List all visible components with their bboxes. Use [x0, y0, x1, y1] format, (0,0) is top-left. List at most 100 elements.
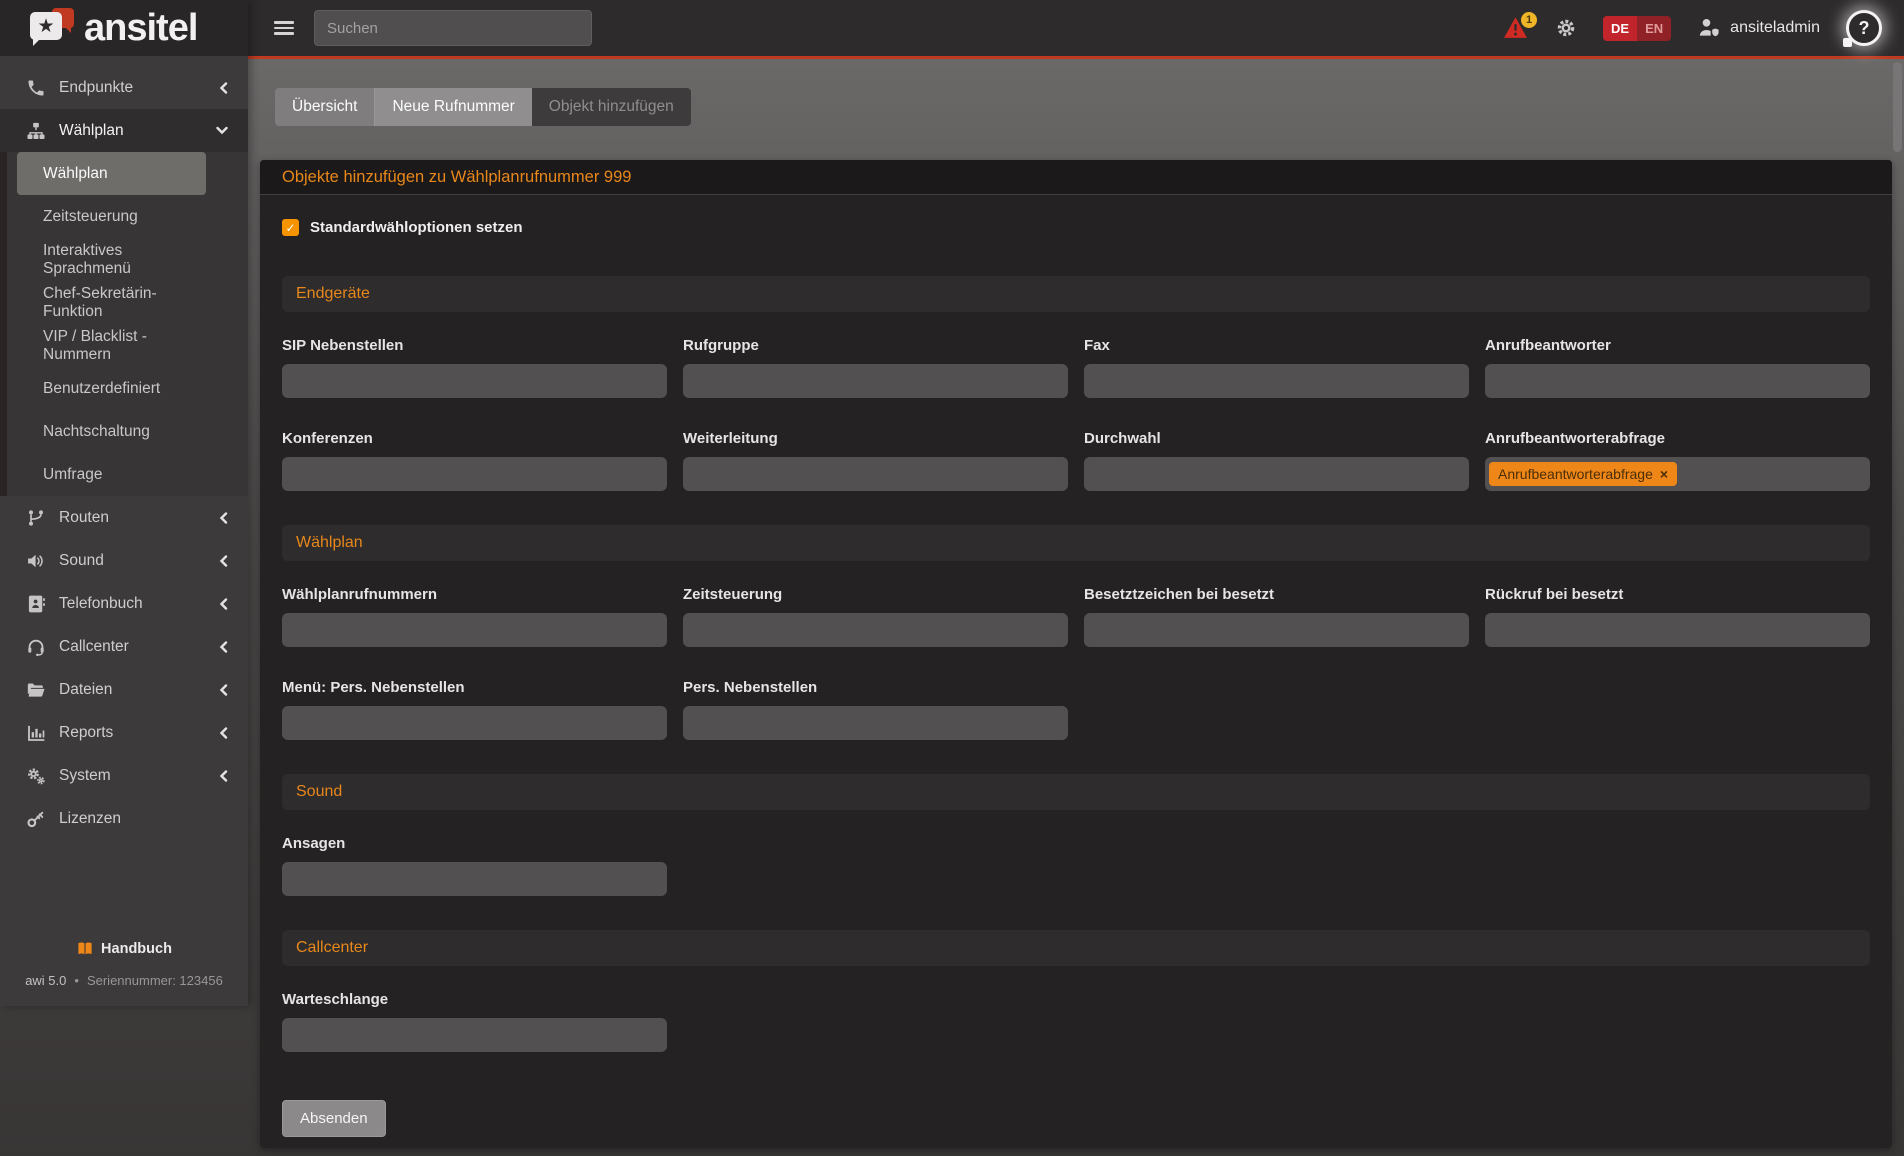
help-button[interactable]: ?: [1846, 10, 1882, 46]
durchwahl-input[interactable]: [1084, 457, 1469, 491]
sidebar-item-label: Telefonbuch: [59, 595, 143, 613]
chevron-left-icon: [219, 727, 228, 739]
sidebar-item-lizenzen[interactable]: Lizenzen: [0, 797, 248, 840]
star-icon: ★: [37, 17, 54, 36]
field-label: Rückruf bei besetzt: [1485, 586, 1870, 603]
panel-header: Objekte hinzufügen zu Wählplanrufnummer …: [260, 160, 1892, 195]
submenu-item-interaktives-sprachmenu[interactable]: Interaktives Sprachmenü: [17, 238, 206, 281]
hamburger-menu-icon[interactable]: [274, 21, 294, 35]
sidebar-item-sound[interactable]: Sound: [0, 539, 248, 582]
field-pers-nebenstellen: Pers. Nebenstellen: [683, 679, 1068, 740]
pers-nebenstellen-input[interactable]: [683, 706, 1068, 740]
field-label: Konferenzen: [282, 430, 667, 447]
submenu-item-label: Chef-Sekretärin-Funktion: [43, 285, 206, 321]
rufgruppe-input[interactable]: [683, 364, 1068, 398]
lang-en-button[interactable]: EN: [1637, 16, 1671, 41]
zeitsteuerung-input[interactable]: [683, 613, 1068, 647]
tag-remove-icon[interactable]: ×: [1660, 466, 1668, 482]
section-header-sound: Sound: [282, 774, 1870, 810]
field-rueckruf: Rückruf bei besetzt: [1485, 586, 1870, 647]
sidebar-submenu-waehlplan: Wählplan Zeitsteuerung Interaktives Spra…: [0, 152, 248, 496]
submenu-item-label: Nachtschaltung: [43, 423, 150, 441]
submenu-item-label: VIP / Blacklist - Nummern: [43, 328, 206, 364]
user-menu[interactable]: ansiteladmin: [1697, 17, 1820, 39]
submenu-item-label: Interaktives Sprachmenü: [43, 242, 206, 278]
sidebar-item-system[interactable]: System: [0, 754, 248, 797]
field-label: Wählplanrufnummern: [282, 586, 667, 603]
alerts-button[interactable]: 1: [1503, 16, 1529, 40]
chart-bar-icon: [26, 723, 46, 743]
sidebar-item-endpunkte[interactable]: Endpunkte: [0, 66, 248, 109]
sidebar-item-routen[interactable]: Routen: [0, 496, 248, 539]
code-branch-icon: [26, 508, 46, 528]
fax-input[interactable]: [1084, 364, 1469, 398]
chevron-left-icon: [219, 82, 228, 94]
submenu-item-umfrage[interactable]: Umfrage: [17, 453, 206, 496]
warteschlange-input[interactable]: [282, 1018, 667, 1052]
ansagen-input[interactable]: [282, 862, 667, 896]
submenu-item-waehlplan[interactable]: Wählplan: [17, 152, 206, 195]
waehlplan-grid: Wählplanrufnummern Zeitsteuerung Besetzt…: [282, 586, 1870, 740]
alert-count-badge: 1: [1521, 12, 1537, 28]
chevron-left-icon: [219, 598, 228, 610]
sidebar-menu: Endpunkte Wählplan Wählplan Zeitsteuerun…: [0, 66, 248, 840]
handbuch-label: Handbuch: [101, 941, 172, 957]
headset-icon: [26, 637, 46, 657]
main-content: Übersicht Neue Rufnummer Objekt hinzufüg…: [248, 59, 1904, 1156]
besetztzeichen-input[interactable]: [1084, 613, 1469, 647]
sidebar-item-label: Sound: [59, 552, 104, 570]
search-input[interactable]: [314, 10, 592, 46]
tag-label: Anrufbeantworterabfrage: [1498, 466, 1653, 482]
key-icon: [26, 809, 46, 829]
sidebar-item-label: Wählplan: [59, 122, 124, 140]
waehlplanrufnummern-input[interactable]: [282, 613, 667, 647]
user-shield-icon: [1697, 17, 1721, 39]
tab-uebersicht[interactable]: Übersicht: [275, 88, 375, 126]
sip-nebenstellen-input[interactable]: [282, 364, 667, 398]
sidebar-item-label: Dateien: [59, 681, 112, 699]
version-line: awi 5.0 • Seriennummer: 123456: [0, 973, 248, 988]
field-label: SIP Nebenstellen: [282, 337, 667, 354]
field-waehlplanrufnummern: Wählplanrufnummern: [282, 586, 667, 647]
sidebar-item-label: Routen: [59, 509, 109, 527]
submenu-item-chef-sekretaerin[interactable]: Chef-Sekretärin-Funktion: [17, 281, 206, 324]
sidebar-item-telefonbuch[interactable]: Telefonbuch: [0, 582, 248, 625]
section-header-endgeraete: Endgeräte: [282, 276, 1870, 312]
submenu-item-vip-blacklist[interactable]: VIP / Blacklist - Nummern: [17, 324, 206, 367]
anrufbeantworterabfrage-input[interactable]: Anrufbeantworterabfrage ×: [1485, 457, 1870, 491]
scrollbar-thumb[interactable]: [1893, 62, 1902, 152]
anrufbeantworter-input[interactable]: [1485, 364, 1870, 398]
sidebar-item-label: Lizenzen: [59, 810, 121, 828]
sidebar-item-callcenter[interactable]: Callcenter: [0, 625, 248, 668]
selected-tag[interactable]: Anrufbeantworterabfrage ×: [1489, 462, 1677, 486]
settings-button[interactable]: [1555, 17, 1577, 39]
field-anrufbeantworter: Anrufbeantworter: [1485, 337, 1870, 398]
lang-de-button[interactable]: DE: [1603, 16, 1637, 41]
menu-pers-nebenstellen-input[interactable]: [282, 706, 667, 740]
sidebar-item-dateien[interactable]: Dateien: [0, 668, 248, 711]
tab-objekt-hinzufuegen[interactable]: Objekt hinzufügen: [532, 88, 691, 126]
panel-title: Objekte hinzufügen zu Wählplanrufnummer …: [282, 168, 631, 187]
sound-grid: Ansagen: [282, 835, 1870, 896]
submenu-item-benutzerdefiniert[interactable]: Benutzerdefiniert: [17, 367, 206, 410]
address-book-icon: [26, 594, 46, 614]
rueckruf-input[interactable]: [1485, 613, 1870, 647]
app-logo[interactable]: ★ ansitel: [0, 0, 248, 56]
konferenzen-input[interactable]: [282, 457, 667, 491]
sidebar-item-reports[interactable]: Reports: [0, 711, 248, 754]
weiterleitung-input[interactable]: [683, 457, 1068, 491]
absenden-button[interactable]: Absenden: [282, 1100, 386, 1137]
field-warteschlange: Warteschlange: [282, 991, 667, 1052]
volume-icon: [26, 551, 46, 571]
checkbox-checked-icon[interactable]: [282, 219, 299, 236]
tab-neue-rufnummer[interactable]: Neue Rufnummer: [375, 88, 531, 126]
question-mark-icon: ?: [1859, 18, 1870, 39]
sidebar-item-waehlplan[interactable]: Wählplan: [0, 109, 248, 152]
topbar: 1 DE EN ansiteladmin ?: [248, 0, 1904, 59]
handbuch-link[interactable]: Handbuch: [76, 940, 172, 958]
submenu-item-nachtschaltung[interactable]: Nachtschaltung: [17, 410, 206, 453]
submenu-item-zeitsteuerung[interactable]: Zeitsteuerung: [17, 195, 206, 238]
form-panel: Objekte hinzufügen zu Wählplanrufnummer …: [260, 160, 1892, 1148]
language-toggle: DE EN: [1603, 16, 1671, 41]
sidebar-item-label: Endpunkte: [59, 79, 133, 97]
